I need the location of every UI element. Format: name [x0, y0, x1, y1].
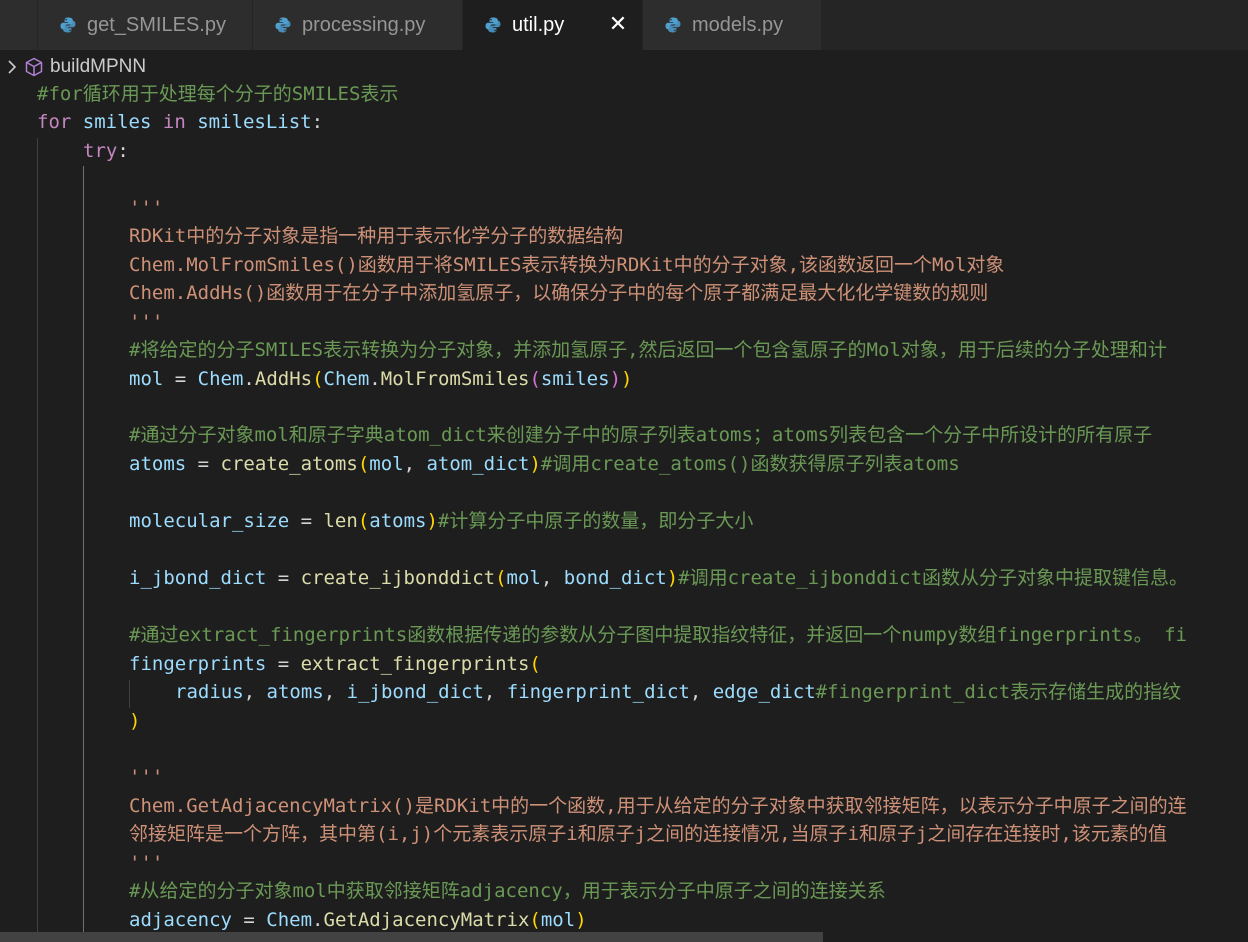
identifier: Chem — [266, 909, 313, 931]
indent-guide-active — [83, 166, 84, 942]
editor-tab-bar: get_SMILES.py processing.py util.py ✕ mo… — [0, 0, 1248, 50]
function-name: create_atoms — [220, 453, 358, 475]
identifier: smilesList — [197, 111, 312, 133]
code-line-molecular-size: molecular_size = len(atoms)#计算分子中原子的数量，即… — [129, 510, 754, 532]
tab-label: models.py — [692, 13, 784, 36]
code-line-mol: mol = Chem.AddHs(Chem.MolFromSmiles(smil… — [129, 368, 633, 390]
code-line-adjacency: adjacency = Chem.GetAdjacencyMatrix(mol) — [129, 909, 587, 931]
identifier: i_jbond_dict — [346, 681, 484, 703]
python-file-icon — [484, 16, 502, 34]
identifier: atoms — [266, 681, 324, 703]
function-name: extract_fingerprints — [300, 653, 530, 675]
docstring-line: RDKit中的分子对象是指一种用于表示化学分子的数据结构 — [129, 225, 624, 247]
identifier: mol — [540, 909, 576, 931]
keyword: for — [37, 111, 72, 133]
identifier: atoms — [129, 453, 187, 475]
indent-guide — [37, 138, 38, 942]
function-name: create_ijbonddict — [300, 567, 496, 589]
identifier: mol — [129, 368, 164, 390]
code-line-for: for smiles in smilesList: — [37, 108, 323, 137]
closing-paren: ) — [129, 710, 141, 732]
horizontal-scrollbar[interactable] — [0, 932, 823, 942]
docstring-delimiter: ''' — [129, 766, 164, 788]
operator: = — [289, 510, 324, 532]
identifier: radius — [175, 681, 244, 703]
keyword: try — [83, 140, 118, 162]
tab-models[interactable]: models.py — [643, 0, 822, 50]
tab-label: util.py — [512, 13, 565, 36]
code-line-comment: #通过分子对象mol和原子字典atom_dict来创建分子中的原子列表atoms… — [129, 424, 1153, 446]
docstring-delimiter: ''' — [129, 311, 164, 333]
identifier: atom_dict — [426, 453, 530, 475]
inline-comment: #调用create_atoms()函数获得原子列表atoms — [540, 453, 960, 475]
operator: = — [266, 653, 301, 675]
code-line-comment: #for循环用于处理每个分子的SMILES表示 — [37, 83, 399, 105]
code-line-try: try: — [83, 137, 129, 166]
docstring-line: 邻接矩阵是一个方阵，其中第(i,j)个元素表示原子i和原子j之间的连接情况,当原… — [129, 823, 1167, 845]
identifier: Chem — [197, 368, 244, 390]
tab-label: get_SMILES.py — [87, 13, 226, 36]
identifier: i_jbond_dict — [129, 567, 267, 589]
keyword: in — [162, 111, 186, 133]
close-icon[interactable]: ✕ — [606, 11, 630, 36]
inline-comment: #调用create_ijbonddict函数从分子对象中提取键信息。 — [678, 567, 1189, 589]
indent-guide — [129, 680, 130, 708]
docstring-line: Chem.AddHs()函数用于在分子中添加氢原子，以确保分子中的每个原子都满足… — [129, 282, 989, 304]
function-name: MolFromSmiles — [380, 368, 530, 390]
docstring-delimiter: ''' — [129, 852, 164, 874]
python-file-icon — [274, 16, 292, 34]
docstring-line: Chem.MolFromSmiles()函数用于将SMILES表示转换为RDKi… — [129, 254, 1005, 276]
punctuation: : — [117, 140, 129, 162]
identifier: Chem — [323, 368, 370, 390]
tab-util-active[interactable]: util.py ✕ — [463, 0, 643, 50]
code-editor[interactable]: #for循环用于处理每个分子的SMILES表示 for smiles in sm… — [0, 83, 1248, 942]
method-cube-icon — [24, 57, 44, 77]
code-line-comment: #通过extract_fingerprints函数根据传递的参数从分子图中提取指… — [129, 624, 1187, 646]
identifier: edge_dict — [712, 681, 816, 703]
function-name: GetAdjacencyMatrix — [323, 909, 530, 931]
identifier: mol — [506, 567, 541, 589]
identifier: mol — [369, 453, 404, 475]
identifier: smiles — [82, 111, 152, 133]
chevron-right-icon[interactable] — [0, 59, 24, 74]
identifier: smiles — [540, 368, 610, 390]
code-line-ijbond: i_jbond_dict = create_ijbonddict(mol, bo… — [129, 567, 1189, 589]
identifier: molecular_size — [129, 510, 290, 532]
tab-overflow-spacer — [0, 0, 38, 50]
operator: = — [266, 567, 301, 589]
inline-comment: #计算分子中原子的数量，即分子大小 — [437, 510, 754, 532]
tab-get-smiles[interactable]: get_SMILES.py — [38, 0, 253, 50]
function-name: AddHs — [254, 368, 313, 390]
inline-comment: #fingerprint_dict表示存储生成的指纹 — [815, 681, 1182, 703]
tab-label: processing.py — [302, 13, 426, 36]
code-line-atoms: atoms = create_atoms(mol, atom_dict)#调用c… — [129, 453, 960, 475]
identifier: fingerprint_dict — [506, 681, 690, 703]
python-file-icon — [664, 16, 682, 34]
identifier: atoms — [369, 510, 427, 532]
code-line-comment: #将给定的分子SMILES表示转换为分子对象，并添加氢原子,然后返回一个包含氢原… — [129, 339, 1167, 361]
operator: = — [163, 368, 198, 390]
tab-processing[interactable]: processing.py — [253, 0, 463, 50]
function-name: len — [323, 510, 358, 532]
identifier: adjacency — [129, 909, 232, 931]
identifier: fingerprints — [129, 653, 267, 675]
operator: = — [186, 453, 221, 475]
docstring-delimiter: ''' — [129, 197, 164, 219]
identifier: bond_dict — [563, 567, 667, 589]
breadcrumb: buildMPNN — [0, 50, 1248, 83]
python-file-icon — [59, 16, 77, 34]
operator: = — [231, 909, 267, 931]
breadcrumb-symbol[interactable]: buildMPNN — [50, 56, 146, 78]
code-line-fingerprints: fingerprints = extract_fingerprints( — [129, 653, 541, 675]
code-line-fingerprint-args: radius, atoms, i_jbond_dict, fingerprint… — [175, 681, 1182, 703]
code-line-comment: #从给定的分子对象mol中获取邻接矩阵adjacency，用于表示分子中原子之间… — [129, 880, 886, 902]
punctuation: : — [311, 111, 324, 133]
docstring-line: Chem.GetAdjacencyMatrix()是RDKit中的一个函数,用于… — [129, 795, 1187, 817]
